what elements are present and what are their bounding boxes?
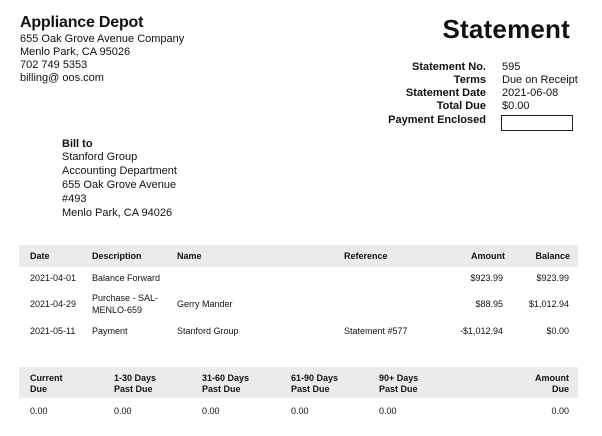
aging-31-60-value: 0.00	[202, 406, 220, 416]
row3-name: Stanford Group	[177, 326, 239, 336]
col-header-date: Date	[30, 251, 50, 261]
col-header-balance: Balance	[535, 251, 570, 261]
payment-enclosed-label: Payment Enclosed	[388, 114, 486, 126]
row3-amount: -$1,012.94	[459, 326, 503, 336]
bill-to-city: Menlo Park, CA 94026	[62, 207, 173, 219]
statement-no-value: 595	[502, 61, 521, 73]
company-email[interactable]: billing@ oos.com	[20, 72, 104, 85]
row3-balance: $0.00	[546, 326, 569, 336]
row3-description: Payment	[92, 326, 128, 336]
document-title: Statement	[442, 14, 570, 44]
bill-to-suite: #493	[62, 193, 87, 205]
company-city-line: Menlo Park, CA 95026	[20, 46, 131, 58]
total-due-value: $0.00	[502, 100, 530, 112]
aging-1-30-value: 0.00	[114, 406, 132, 416]
row2-balance: $1,012.94	[528, 299, 569, 309]
row2-description: Purchase - SAL-	[92, 293, 159, 303]
aging-61-90-header: 61-90 Days Past Due	[291, 373, 339, 394]
col-header-name: Name	[177, 251, 202, 261]
row1-balance: $923.99	[536, 273, 569, 283]
bill-to-department: Accounting Department	[62, 165, 177, 177]
aging-90plus-header: 90+ Days Past Due	[379, 373, 419, 394]
col-header-description: Description	[92, 251, 142, 261]
aging-31-60-header: 31-60 Days Past Due	[202, 373, 250, 394]
statement-date-label: Statement Date	[405, 87, 486, 99]
row2-description-cont: MENLO-659	[92, 305, 143, 315]
aging-amount-due-value: 0.00	[551, 406, 569, 416]
aging-amount-due-header: Amount Due	[535, 373, 569, 394]
aging-61-90-value: 0.00	[291, 406, 309, 416]
row3-date: 2021-05-11	[30, 326, 76, 336]
bill-to-title: Bill to	[62, 138, 93, 150]
bill-to-street: 655 Oak Grove Avenue	[62, 179, 177, 191]
col-header-amount: Amount	[471, 251, 505, 261]
row2-date: 2021-04-29	[30, 299, 77, 309]
row3-reference: Statement #577	[344, 326, 408, 336]
statement-no-label: Statement No.	[412, 61, 486, 73]
aging-current-header: Current Due	[30, 373, 63, 394]
company-phone: 702 749 5353	[20, 59, 88, 71]
company-name: Appliance Depot	[20, 14, 144, 31]
row1-date: 2021-04-01	[30, 273, 77, 283]
terms-label: Terms	[453, 74, 486, 86]
payment-enclosed-field[interactable]	[501, 115, 573, 131]
total-due-label: Total Due	[436, 100, 486, 112]
row2-name: Gerry Mander	[177, 299, 233, 309]
aging-current-value: 0.00	[30, 406, 48, 416]
terms-value: Due on Receipt	[502, 74, 578, 86]
bill-to-company: Stanford Group	[62, 151, 138, 163]
row1-amount: $923.99	[470, 273, 503, 283]
aging-90plus-value: 0.00	[379, 406, 397, 416]
col-header-reference: Reference	[344, 251, 388, 261]
row1-description: Balance Forward	[92, 273, 161, 283]
company-address-line: 655 Oak Grove Avenue Company	[20, 33, 185, 45]
statement-date-value: 2021-06-08	[502, 87, 559, 99]
aging-1-30-header: 1-30 Days Past Due	[114, 373, 157, 394]
row2-amount: $88.95	[475, 299, 503, 309]
